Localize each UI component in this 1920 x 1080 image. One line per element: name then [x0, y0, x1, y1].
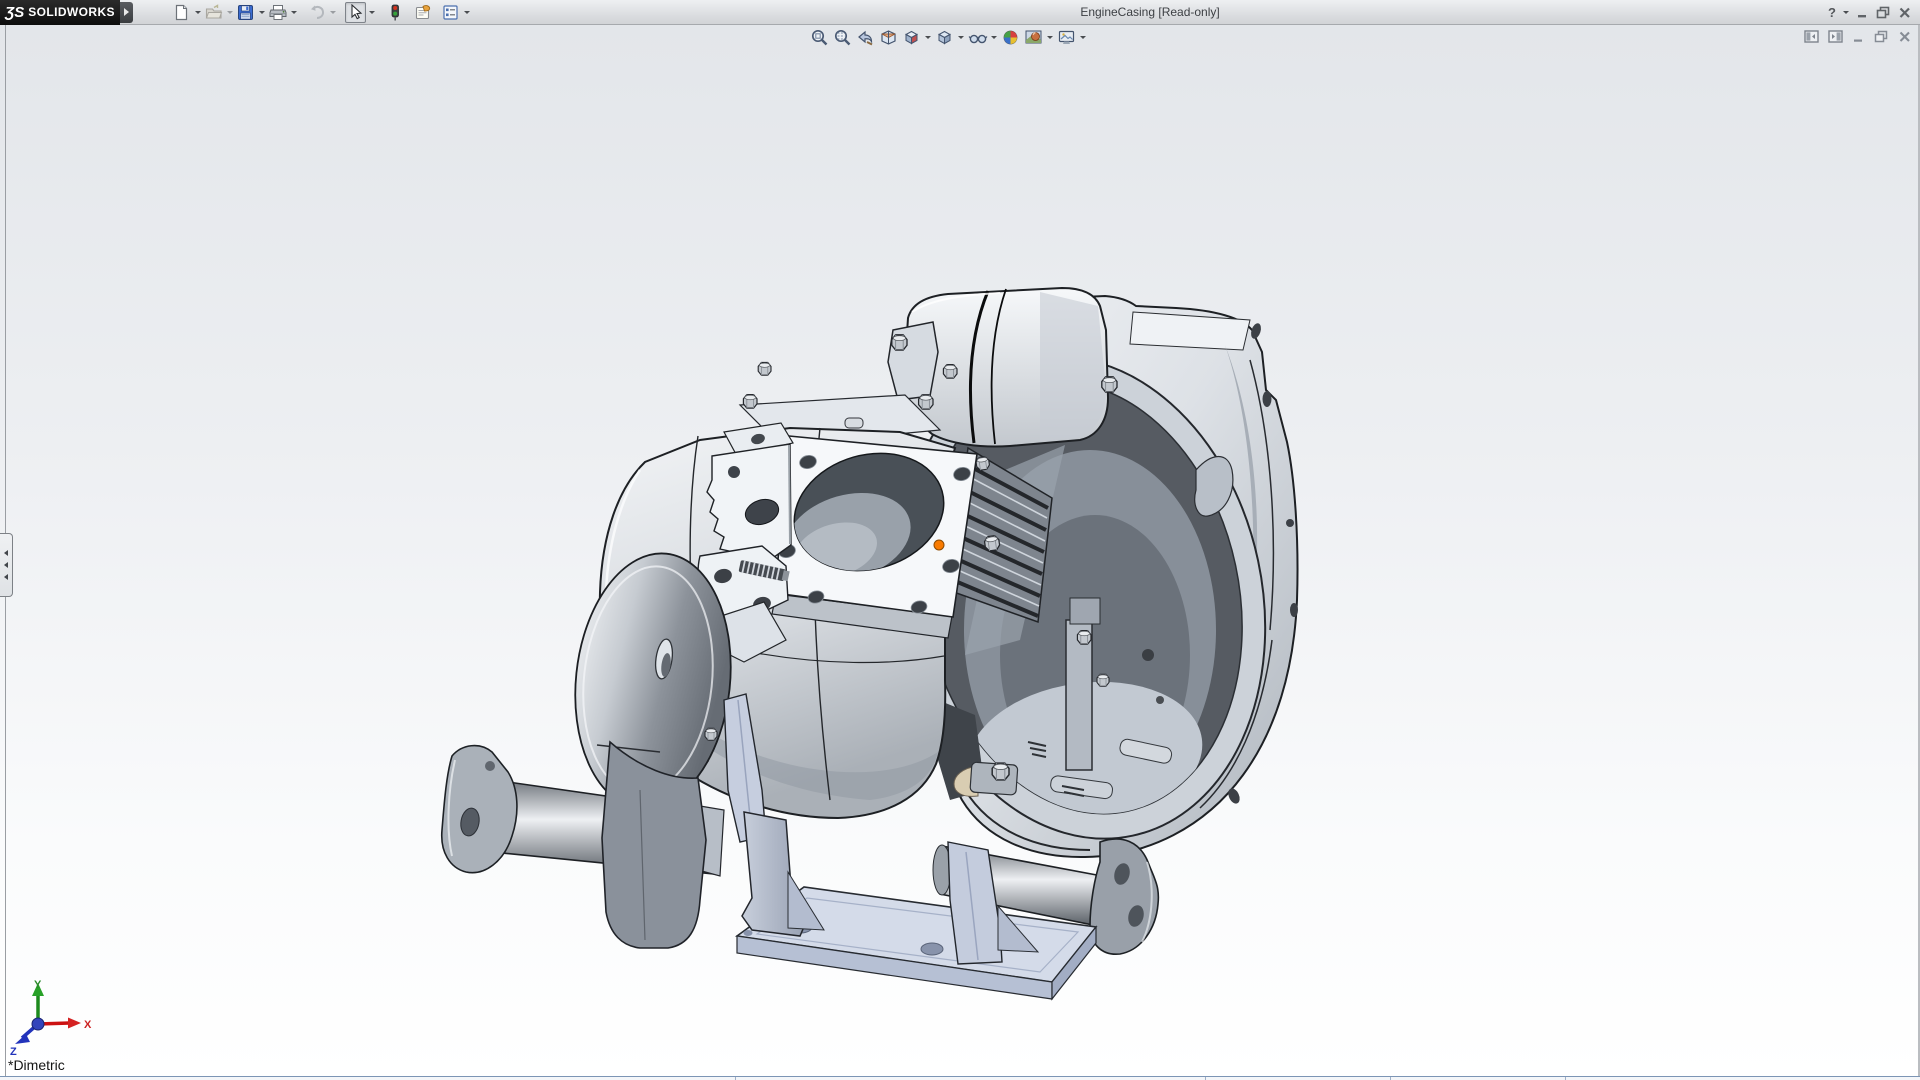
- heads-up-view-toolbar: [808, 27, 1088, 48]
- doc-restore-icon[interactable]: [1874, 30, 1889, 43]
- collapse-right-pane-icon[interactable]: [1828, 30, 1843, 43]
- help-icon[interactable]: ?: [1828, 5, 1836, 20]
- zoom-to-area-icon: [834, 29, 851, 46]
- print-icon: [269, 4, 286, 20]
- document-window-controls: [1804, 30, 1912, 43]
- chevron-down-icon: [463, 10, 470, 14]
- close-icon[interactable]: [1898, 6, 1912, 19]
- triad-y-label: Y: [34, 979, 42, 991]
- save-dropdown[interactable]: [256, 2, 267, 23]
- hide-show-items-dropdown[interactable]: [989, 27, 999, 48]
- minimize-icon[interactable]: [1856, 6, 1869, 19]
- edit-note-button[interactable]: [412, 2, 433, 23]
- zoom-to-fit-icon: [811, 29, 828, 46]
- help-dropdown-caret[interactable]: [1843, 10, 1849, 14]
- hide-show-items-button[interactable]: [966, 27, 989, 48]
- chevron-down-icon: [329, 10, 336, 14]
- apply-scene-dropdown[interactable]: [1045, 27, 1055, 48]
- open-icon: [205, 3, 222, 19]
- new-document-dropdown[interactable]: [192, 2, 203, 23]
- edit-appearance-icon: [1003, 30, 1018, 45]
- select-tool-button[interactable]: [345, 1, 366, 23]
- model-3d-engine-casing[interactable]: [0, 0, 1920, 1080]
- chevron-down-icon: [991, 36, 997, 39]
- new-document-icon: [175, 4, 188, 20]
- chevron-down-icon: [925, 36, 931, 39]
- select-tool-dropdown[interactable]: [366, 2, 377, 23]
- display-style-button[interactable]: [933, 27, 956, 48]
- traffic-light-button[interactable]: [384, 2, 405, 23]
- save-button[interactable]: [235, 2, 256, 23]
- previous-view-icon: [858, 30, 873, 46]
- view-orientation-label: *Dimetric: [8, 1057, 65, 1073]
- zoom-to-fit-button[interactable]: [808, 27, 831, 48]
- apply-scene-icon: [1025, 30, 1042, 44]
- collapse-arrow-icon: [4, 562, 8, 568]
- solidworks-logo: ƷS SOLIDWORKS: [0, 0, 120, 25]
- view-orientation-button[interactable]: [900, 27, 923, 48]
- new-document-button[interactable]: [171, 2, 192, 23]
- undo-button[interactable]: [306, 2, 327, 23]
- triad-origin: [31, 1017, 45, 1031]
- section-view-button[interactable]: [877, 27, 900, 48]
- open-button[interactable]: [203, 2, 224, 23]
- triad-x-label: X: [84, 1019, 92, 1031]
- save-icon: [238, 4, 253, 20]
- options-list-button[interactable]: [440, 2, 461, 23]
- apply-scene-button[interactable]: [1022, 27, 1045, 48]
- top-cover-bracket[interactable]: [738, 286, 1118, 448]
- view-settings-button[interactable]: [1055, 27, 1078, 48]
- chevron-down-icon: [258, 10, 265, 14]
- main-toolbar: [171, 1, 472, 23]
- chevron-down-icon: [368, 10, 375, 14]
- collapse-left-pane-icon[interactable]: [1804, 30, 1819, 43]
- display-style-dropdown[interactable]: [956, 27, 966, 48]
- display-style-icon: [937, 30, 952, 45]
- view-orientation-icon: [904, 30, 919, 45]
- chevron-down-icon: [194, 10, 201, 14]
- select-cursor-icon: [350, 4, 362, 20]
- document-title: EngineCasing [Read-only]: [1080, 5, 1220, 19]
- chevron-down-icon: [958, 36, 964, 39]
- menu-flyout-arrow[interactable]: [120, 1, 133, 23]
- chevron-down-icon: [1080, 36, 1086, 39]
- view-settings-dropdown[interactable]: [1078, 27, 1088, 48]
- edit-appearance-button[interactable]: [999, 27, 1022, 48]
- cylinder-mount-flange[interactable]: [771, 435, 978, 639]
- zoom-to-area-button[interactable]: [831, 27, 854, 48]
- brand-name: SOLIDWORKS: [28, 5, 115, 19]
- titlebar: ƷS SOLIDWORKS EngineCasing [Read-only] ?: [0, 0, 1920, 25]
- previous-view-button[interactable]: [854, 27, 877, 48]
- selection-point-marker[interactable]: [933, 539, 945, 551]
- view-settings-icon: [1058, 30, 1075, 44]
- feature-tree-collapsed-tab[interactable]: [0, 533, 13, 597]
- undo-dropdown[interactable]: [327, 2, 338, 23]
- options-list-icon: [443, 4, 458, 20]
- print-button[interactable]: [267, 2, 288, 23]
- chevron-down-icon: [290, 10, 297, 14]
- collapse-arrow-icon: [4, 550, 8, 556]
- edit-note-icon: [415, 4, 430, 19]
- traffic-light-icon: [391, 4, 399, 20]
- view-orientation-dropdown[interactable]: [923, 27, 933, 48]
- chevron-down-icon: [1047, 36, 1053, 39]
- status-bar: [0, 1076, 1920, 1080]
- orientation-triad: Y X Z: [4, 978, 96, 1058]
- flyout-arrow-icon: [124, 8, 129, 16]
- print-dropdown[interactable]: [288, 2, 299, 23]
- section-view-icon: [881, 30, 896, 45]
- doc-minimize-icon[interactable]: [1852, 30, 1865, 43]
- restore-icon[interactable]: [1876, 6, 1891, 19]
- hide-show-items-icon: [968, 34, 987, 44]
- undo-icon: [310, 5, 324, 19]
- options-dropdown[interactable]: [461, 2, 472, 23]
- open-dropdown[interactable]: [224, 2, 235, 23]
- chevron-down-icon: [226, 10, 233, 14]
- collapse-arrow-icon: [4, 574, 8, 580]
- brand-mark: ƷS: [5, 3, 25, 21]
- triad-z-label: Z: [10, 1046, 17, 1056]
- window-controls: ?: [1828, 5, 1912, 20]
- triad-x-arrow-icon: [68, 1017, 81, 1029]
- doc-close-icon[interactable]: [1898, 30, 1912, 43]
